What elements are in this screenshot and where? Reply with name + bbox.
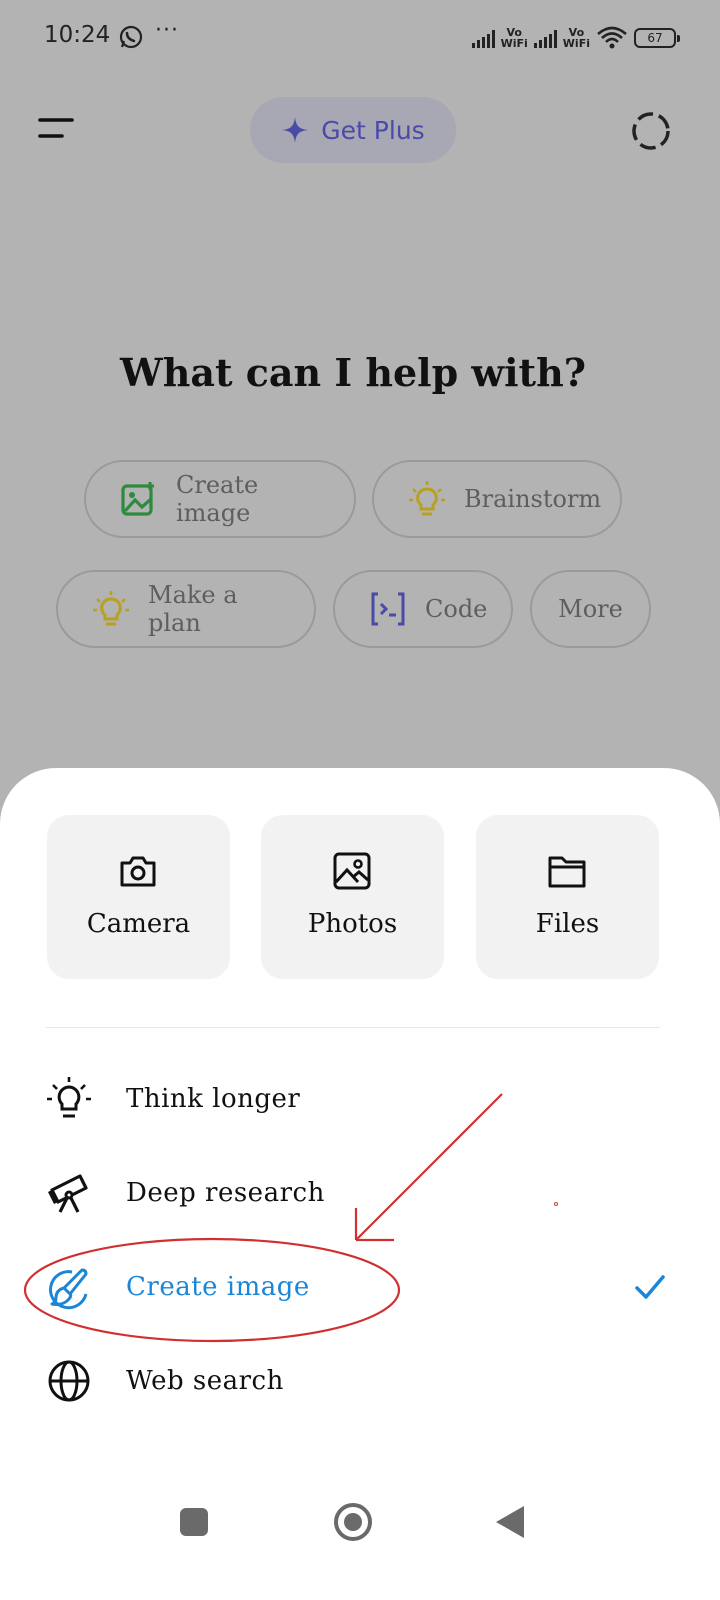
status-right-group: Vo WiFi Vo WiFi 67	[471, 22, 680, 54]
annotation-ellipse	[23, 1237, 401, 1343]
files-button[interactable]: Files	[476, 815, 659, 979]
home-button[interactable]	[334, 1503, 372, 1541]
option-label: Think longer	[126, 1084, 301, 1114]
whatsapp-icon	[119, 25, 143, 49]
divider	[46, 1027, 660, 1028]
chip-brainstorm[interactable]: Brainstorm	[372, 460, 622, 538]
signal-icon	[471, 28, 495, 48]
option-web-search[interactable]: Web search	[46, 1351, 676, 1411]
checkmark-icon	[635, 1275, 665, 1299]
vowifi-label: Vo WiFi	[562, 26, 590, 50]
lightbulb-icon	[47, 1077, 91, 1118]
system-nav-bar	[0, 1490, 720, 1560]
back-button[interactable]	[496, 1506, 524, 1538]
globe-icon	[48, 1360, 90, 1402]
annotation-arrow	[354, 1093, 503, 1242]
camera-button[interactable]: Camera	[47, 815, 230, 979]
folder-icon	[548, 856, 586, 888]
code-icon	[371, 592, 405, 626]
telescope-icon	[48, 1174, 88, 1213]
photos-button[interactable]: Photos	[261, 815, 444, 979]
menu-icon[interactable]	[38, 114, 74, 142]
get-plus-button[interactable]: Get Plus	[250, 97, 456, 163]
page-title: What can I help with?	[120, 350, 586, 395]
chip-create-image[interactable]: Create image	[84, 460, 356, 538]
chip-label: Make a plan	[148, 581, 238, 637]
vowifi-label: Vo WiFi	[500, 26, 528, 50]
files-label: Files	[535, 909, 600, 939]
sparkle-icon	[282, 117, 309, 143]
create-image-icon	[121, 482, 154, 516]
wifi-icon	[597, 26, 627, 49]
new-chat-icon[interactable]	[630, 110, 672, 152]
annotation-dot	[554, 1202, 558, 1206]
chip-label: More	[558, 595, 623, 623]
camera-label: Camera	[86, 909, 191, 939]
status-time: 10:24	[44, 22, 111, 48]
chip-label: Code	[425, 595, 488, 623]
chip-make-a-plan[interactable]: Make a plan	[56, 570, 316, 648]
chip-label: Brainstorm	[464, 485, 602, 513]
option-label: Web search	[126, 1366, 284, 1396]
camera-icon	[120, 856, 156, 887]
chip-more[interactable]: More	[530, 570, 651, 648]
option-label: Deep research	[126, 1178, 325, 1208]
lightbulb-icon	[409, 481, 445, 516]
chip-code[interactable]: Code	[333, 570, 513, 648]
status-bar: 10:24 ··· Vo WiFi Vo WiFi 67	[0, 0, 720, 76]
battery-indicator: 67	[634, 28, 680, 48]
photos-label: Photos	[307, 909, 398, 939]
get-plus-label: Get Plus	[321, 115, 425, 145]
photos-icon	[333, 852, 371, 890]
lightbulb-icon	[93, 591, 129, 626]
status-more-indicator: ···	[155, 18, 179, 43]
signal-icon	[533, 28, 557, 48]
recents-button[interactable]	[180, 1508, 208, 1536]
chip-label: Create image	[176, 471, 259, 527]
